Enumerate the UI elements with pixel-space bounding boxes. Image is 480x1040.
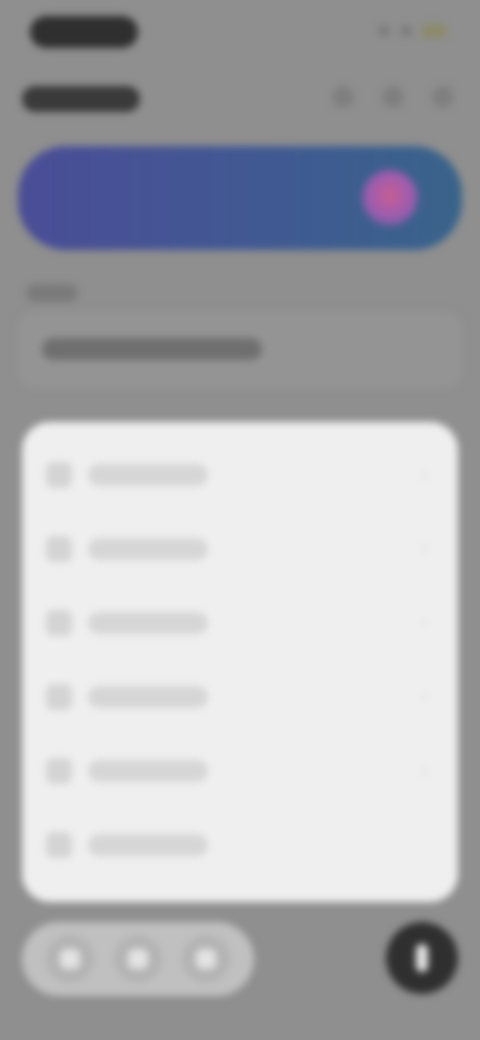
wifi-icon bbox=[400, 25, 412, 37]
menu-item-icon bbox=[46, 684, 72, 710]
chevron-right-icon: › bbox=[422, 614, 428, 631]
plus-icon bbox=[416, 944, 428, 972]
status-icons bbox=[378, 24, 446, 38]
menu-item-icon bbox=[46, 610, 72, 636]
promo-banner[interactable] bbox=[18, 146, 462, 250]
battery-icon bbox=[422, 24, 446, 38]
nav-grid-icon[interactable] bbox=[114, 935, 162, 983]
menu-item-label bbox=[88, 686, 208, 708]
nav-profile-icon[interactable] bbox=[182, 935, 230, 983]
menu-item-label bbox=[88, 834, 208, 856]
heart-icon bbox=[362, 170, 418, 226]
menu-item-label bbox=[88, 464, 208, 486]
menu-item[interactable] bbox=[22, 808, 458, 882]
info-card[interactable] bbox=[18, 312, 462, 388]
status-bar bbox=[0, 0, 480, 64]
notification-icon[interactable] bbox=[382, 86, 404, 108]
menu-item-icon bbox=[46, 462, 72, 488]
header bbox=[0, 72, 480, 128]
chevron-right-icon: › bbox=[422, 688, 428, 705]
status-time bbox=[30, 16, 138, 48]
menu-item-icon bbox=[46, 832, 72, 858]
nav-home-icon[interactable] bbox=[46, 935, 94, 983]
chevron-right-icon: › bbox=[422, 762, 428, 779]
bottom-nav bbox=[22, 922, 254, 996]
menu-item[interactable]: › bbox=[22, 734, 458, 808]
menu-item[interactable]: › bbox=[22, 586, 458, 660]
banner-text bbox=[60, 180, 320, 216]
menu-item-icon bbox=[46, 536, 72, 562]
floating-action-button[interactable] bbox=[386, 922, 458, 994]
signal-icon bbox=[378, 25, 390, 37]
menu-item[interactable]: › bbox=[22, 660, 458, 734]
menu-item[interactable]: › bbox=[22, 512, 458, 586]
settings-icon[interactable] bbox=[432, 86, 454, 108]
section-label bbox=[26, 284, 78, 302]
blurred-screen: › › › › › bbox=[0, 0, 480, 1040]
chevron-right-icon: › bbox=[422, 466, 428, 483]
info-text bbox=[42, 338, 262, 360]
menu-item-label bbox=[88, 760, 208, 782]
menu-item-label bbox=[88, 538, 208, 560]
chevron-right-icon: › bbox=[422, 540, 428, 557]
menu-item[interactable]: › bbox=[22, 438, 458, 512]
menu-item-label bbox=[88, 612, 208, 634]
header-actions bbox=[332, 86, 454, 108]
search-icon[interactable] bbox=[332, 86, 354, 108]
page-title bbox=[22, 86, 140, 112]
menu-item-icon bbox=[46, 758, 72, 784]
menu-card: › › › › › bbox=[22, 422, 458, 902]
